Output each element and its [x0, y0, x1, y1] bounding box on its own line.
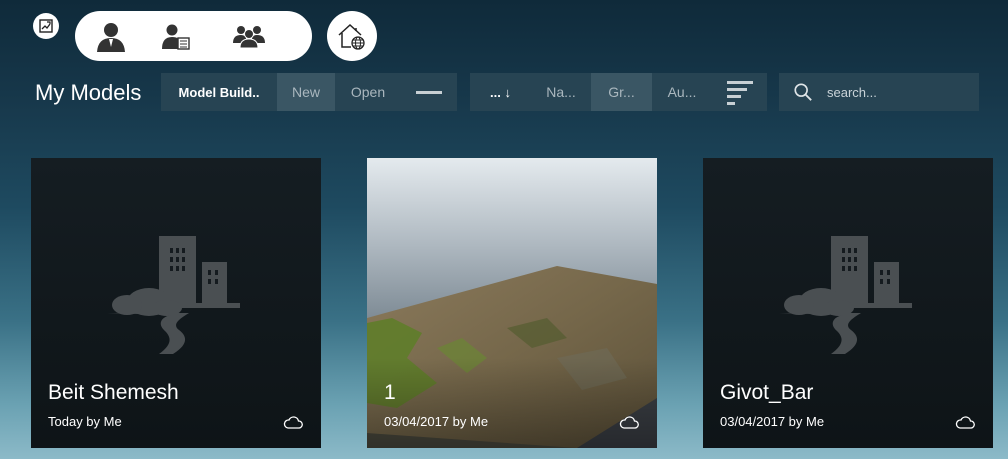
- minus-icon: [416, 90, 442, 94]
- sort-by-group[interactable]: Gr...: [591, 73, 652, 111]
- home-globe-button[interactable]: [327, 11, 377, 61]
- filter-button[interactable]: [712, 73, 767, 111]
- model-meta: 03/04/2017 by Me: [384, 414, 489, 429]
- search-box: [779, 73, 979, 111]
- filter-lines-icon: [726, 81, 753, 105]
- model-toolbar: Model Build.. New Open: [161, 73, 457, 111]
- sort-by-name[interactable]: Na...: [531, 73, 591, 111]
- model-meta: 03/04/2017 by Me: [720, 414, 825, 429]
- remove-button[interactable]: [401, 73, 457, 111]
- cloud-icon: [955, 416, 975, 429]
- model-card[interactable]: 1 03/04/2017 by Me: [367, 158, 657, 448]
- sort-by-author[interactable]: Au...: [652, 73, 712, 111]
- image-swap-button[interactable]: [33, 13, 59, 39]
- open-button[interactable]: Open: [335, 73, 401, 111]
- user-group-icon[interactable]: [232, 19, 266, 53]
- model-card[interactable]: Givot_Bar 03/04/2017 by Me: [703, 158, 993, 448]
- home-globe-icon: [338, 23, 365, 50]
- sort-direction-button[interactable]: ... ↓: [470, 73, 531, 111]
- search-input[interactable]: [825, 83, 979, 101]
- cloud-icon: [619, 416, 639, 429]
- new-button[interactable]: New: [277, 73, 335, 111]
- model-name: Givot_Bar: [720, 381, 814, 404]
- model-meta: Today by Me: [48, 414, 122, 429]
- model-name: 1: [384, 381, 396, 404]
- image-swap-icon: [39, 19, 53, 33]
- search-icon: [794, 83, 812, 101]
- model-card[interactable]: Beit Shemesh Today by Me: [31, 158, 321, 448]
- page-title: My Models: [35, 80, 142, 105]
- model-name: Beit Shemesh: [48, 381, 179, 404]
- sort-toolbar: ... ↓ Na... Gr... Au...: [470, 73, 767, 111]
- user-document-icon[interactable]: [159, 19, 193, 53]
- category-dropdown[interactable]: Model Build..: [161, 73, 277, 111]
- single-user-icon[interactable]: [94, 19, 128, 53]
- user-switcher: [75, 11, 312, 61]
- cloud-icon: [283, 416, 303, 429]
